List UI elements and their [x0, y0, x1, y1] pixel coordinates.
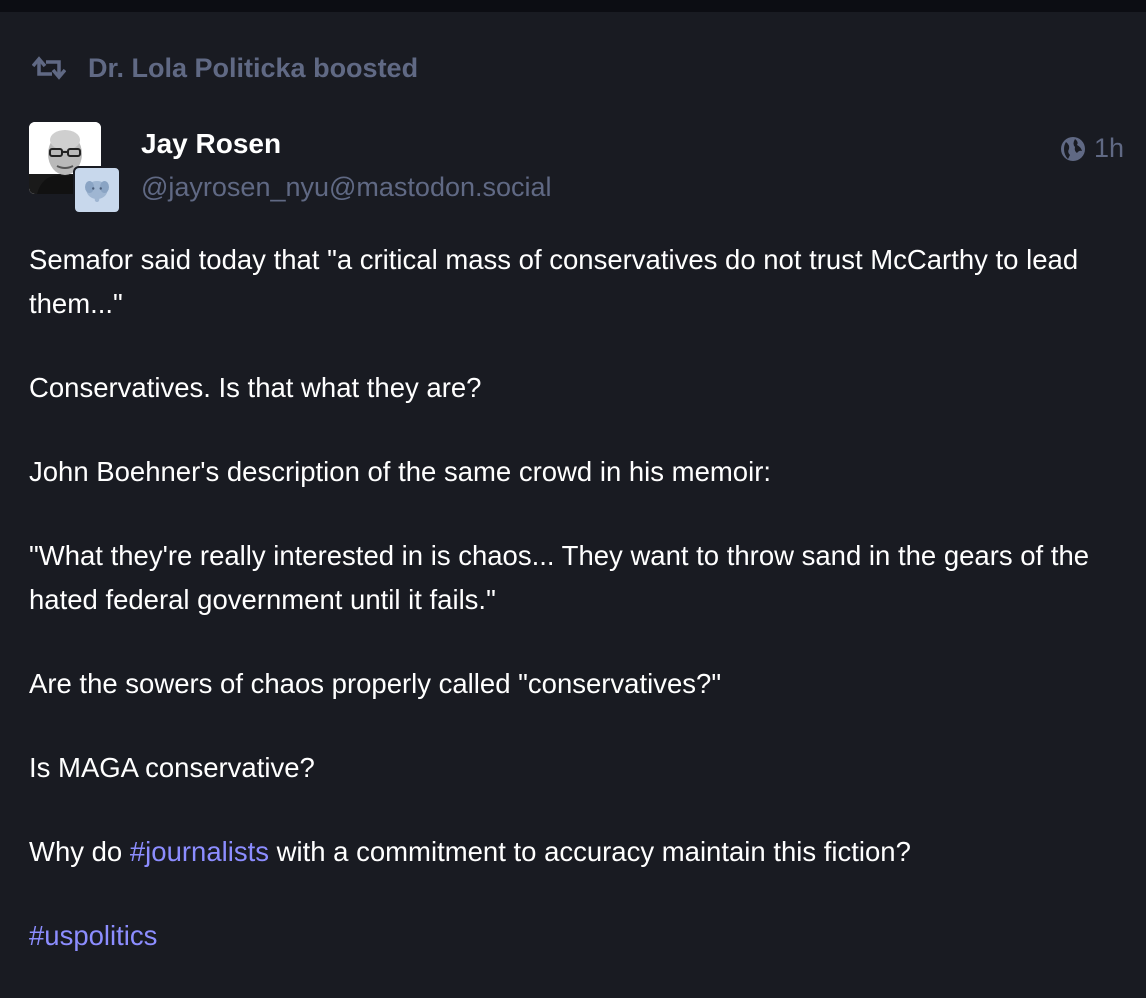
author-handle[interactable]: @jayrosen_nyu@mastodon.social [141, 172, 552, 203]
content-paragraph: Why do #journalists with a commitment to… [29, 830, 1124, 874]
boosted-by-label: Dr. Lola Politicka boosted [88, 52, 419, 83]
content-paragraph: John Boehner's description of the same c… [29, 456, 771, 487]
hashtag-link-journalists[interactable]: #journalists [130, 836, 269, 867]
content-paragraph: #uspolitics [29, 914, 1124, 958]
hashtag-link-uspolitics[interactable]: #uspolitics [29, 920, 157, 951]
content-paragraph: Are the sowers of chaos properly called … [29, 668, 722, 699]
status-meta[interactable]: 1h [1060, 133, 1124, 164]
author-display-name[interactable]: Jay Rosen [141, 128, 281, 160]
content-text: with a commitment to accuracy maintain t… [268, 836, 911, 867]
globe-icon [1060, 136, 1085, 161]
mastodon-elephant-icon [85, 181, 109, 202]
content-paragraph: Semafor said today that "a critical mass… [29, 244, 1079, 319]
content-paragraph: Conservatives. Is that what they are? [29, 372, 482, 403]
retweet-icon [32, 56, 66, 80]
boost-prepend[interactable]: Dr. Lola Politicka boosted [32, 50, 418, 86]
content-paragraph: "What they're really interested in is ch… [29, 540, 1090, 615]
status-content: Semafor said today that "a critical mass… [29, 238, 1124, 998]
relative-time[interactable]: 1h [1094, 133, 1124, 164]
content-paragraph: Is MAGA conservative? [29, 752, 315, 783]
booster-avatar[interactable] [73, 166, 121, 214]
avatar[interactable] [29, 122, 121, 214]
top-edge [0, 0, 1146, 12]
content-text: Why do [29, 836, 130, 867]
